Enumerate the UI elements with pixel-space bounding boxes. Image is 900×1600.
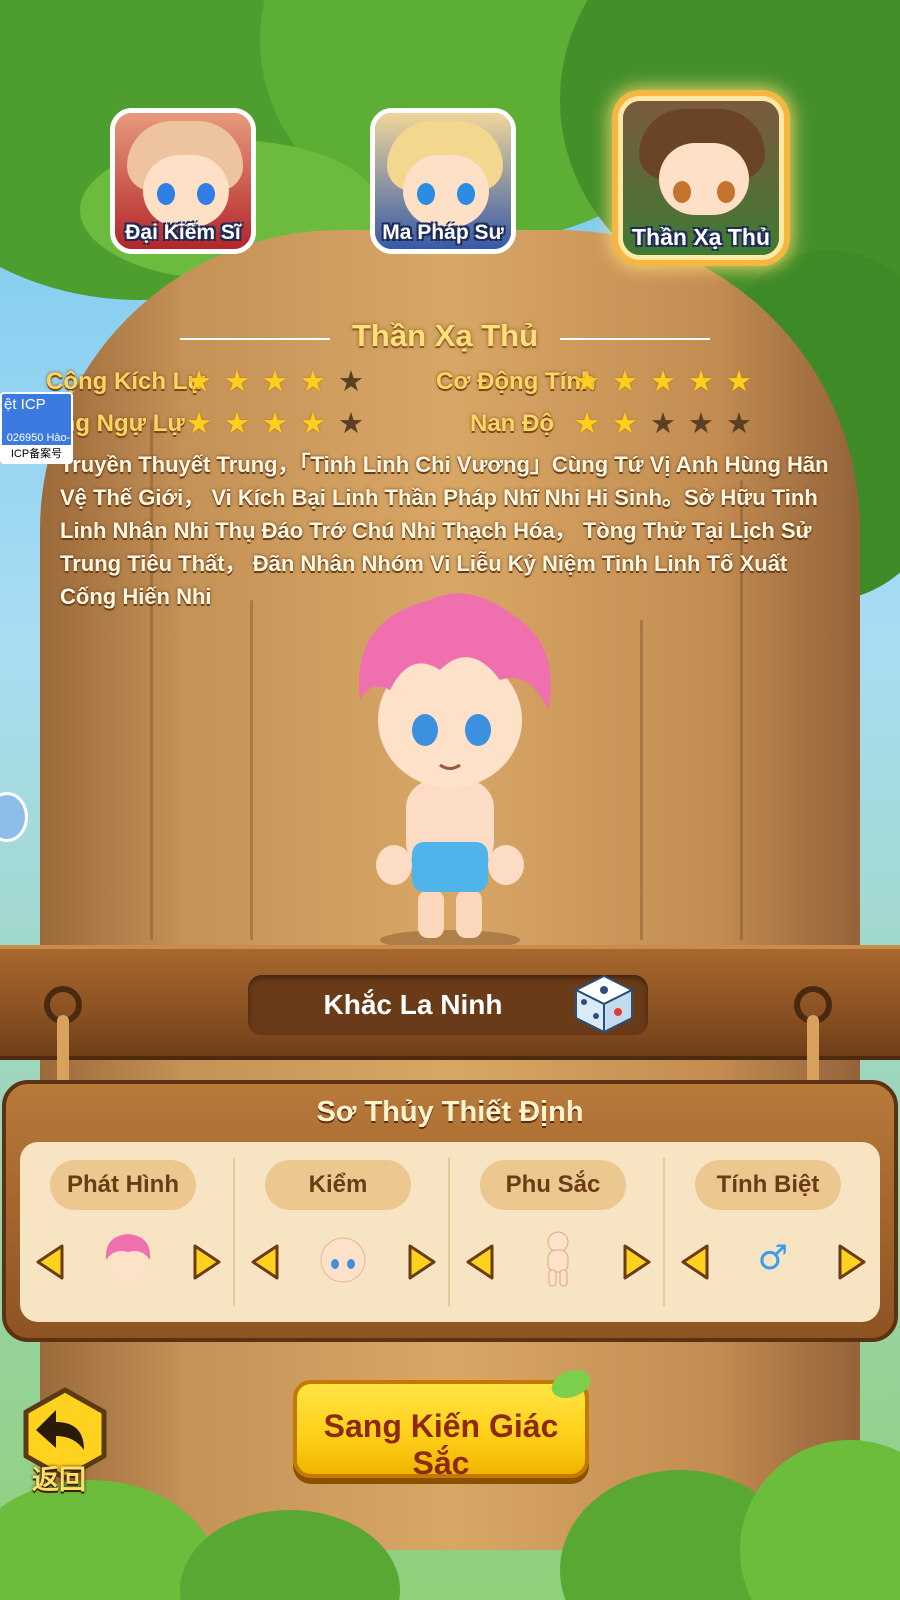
prev-arrow-icon[interactable] — [677, 1242, 717, 1282]
option-label: Phát Hình — [50, 1160, 196, 1210]
icp-number: 026950 Hào- — [6, 432, 71, 444]
star-filled-icon: ★ — [224, 406, 250, 440]
star-filled-icon: ★ — [574, 364, 600, 398]
option-label: Phu Sắc — [480, 1160, 626, 1210]
character-eye — [412, 714, 438, 746]
star-empty-icon: ★ — [688, 406, 714, 440]
star-filled-icon: ★ — [726, 364, 752, 398]
stat-label-mobility: Cơ Động Tính — [436, 368, 596, 395]
next-arrow-icon[interactable] — [185, 1242, 225, 1282]
character-leg — [456, 890, 482, 938]
star-filled-icon: ★ — [612, 364, 638, 398]
star-filled-icon: ★ — [300, 364, 326, 398]
next-arrow-icon[interactable] — [615, 1242, 655, 1282]
star-empty-icon: ★ — [338, 406, 364, 440]
prev-arrow-icon[interactable] — [247, 1242, 287, 1282]
star-filled-icon: ★ — [300, 406, 326, 440]
star-empty-icon: ★ — [338, 364, 364, 398]
initial-settings-panel: Sơ Thủy Thiết Định Phát Hình Kiểm Phu Sắ… — [2, 1080, 898, 1342]
settings-options: Phát Hình Kiểm Phu Sắc Tính Biệt ♂ — [20, 1142, 880, 1322]
trunk-texture — [250, 600, 253, 940]
option-label: Kiểm — [265, 1160, 411, 1210]
title-divider-right — [560, 338, 710, 340]
create-character-button[interactable]: Sang Kiến Giác Sắc — [293, 1380, 589, 1481]
body-skin-icon — [547, 1231, 569, 1287]
rope-left — [44, 986, 82, 1093]
prev-arrow-icon[interactable] — [32, 1242, 72, 1282]
stars-defense: ★ ★ ★ ★ ★ — [186, 408, 364, 438]
eye — [157, 183, 175, 205]
rope-right — [794, 986, 832, 1093]
icp-top-text: ệt ICP — [4, 396, 46, 413]
character-creation-screen: Đại Kiếm Sĩ Ma Pháp Sư Thần Xạ Thủ Thần … — [0, 0, 900, 1600]
eye — [717, 181, 735, 203]
star-empty-icon: ★ — [726, 406, 752, 440]
face-shape — [659, 143, 749, 215]
face-icon — [320, 1237, 366, 1283]
star-filled-icon: ★ — [612, 406, 638, 440]
next-arrow-icon[interactable] — [830, 1242, 870, 1282]
character-shorts — [412, 842, 488, 892]
star-empty-icon: ★ — [650, 406, 676, 440]
job-card-mage[interactable]: Ma Pháp Sư — [370, 108, 516, 254]
job-card-swordsman[interactable]: Đại Kiếm Sĩ — [110, 108, 256, 254]
character-name: Khắc La Ninh — [323, 989, 503, 1020]
random-name-dice-icon[interactable] — [572, 972, 636, 1036]
star-filled-icon: ★ — [574, 406, 600, 440]
star-filled-icon: ★ — [688, 364, 714, 398]
class-title: Thần Xạ Thủ — [352, 318, 538, 353]
option-label: Tính Biệt — [695, 1160, 841, 1210]
stars-attack: ★ ★ ★ ★ ★ — [186, 366, 364, 396]
icp-badge[interactable]: ệt ICP 026950 Hào- ICP备案号 — [0, 392, 73, 464]
leaf-icon — [551, 1369, 591, 1399]
trunk-texture — [640, 620, 643, 940]
eye — [417, 183, 435, 205]
character-eye — [465, 714, 491, 746]
stat-label-difficulty: Nan Độ — [470, 410, 554, 437]
option-face: Kiểm — [235, 1142, 450, 1322]
job-label: Đại Kiếm Sĩ — [125, 221, 241, 244]
star-filled-icon: ★ — [186, 364, 212, 398]
option-skin: Phu Sắc — [450, 1142, 665, 1322]
star-filled-icon: ★ — [262, 406, 288, 440]
icp-label: ICP备案号 — [2, 445, 71, 462]
option-hair: Phát Hình — [20, 1142, 235, 1322]
class-title-row: Thần Xạ Thủ — [180, 318, 710, 358]
job-label: Ma Pháp Sư — [382, 221, 504, 244]
star-filled-icon: ★ — [650, 364, 676, 398]
stars-mobility: ★ ★ ★ ★ ★ — [574, 366, 752, 396]
job-label: Thần Xạ Thủ — [632, 224, 770, 250]
eye — [197, 183, 215, 205]
star-filled-icon: ★ — [224, 364, 250, 398]
settings-title: Sơ Thủy Thiết Định — [316, 1096, 584, 1128]
star-filled-icon: ★ — [262, 364, 288, 398]
next-arrow-icon[interactable] — [400, 1242, 440, 1282]
character-hand — [376, 845, 412, 885]
eye — [457, 183, 475, 205]
stars-difficulty: ★ ★ ★ ★ ★ — [574, 408, 752, 438]
star-filled-icon: ★ — [186, 406, 212, 440]
character-leg — [418, 890, 444, 938]
back-label[interactable]: 返回 — [32, 1458, 86, 1497]
character-preview — [358, 593, 551, 950]
male-symbol-icon: ♂ — [757, 1238, 789, 1278]
title-divider-left — [180, 338, 330, 340]
eye — [673, 181, 691, 203]
create-character-label: Sang Kiến Giác Sắc — [323, 1408, 559, 1481]
prev-arrow-icon[interactable] — [462, 1242, 502, 1282]
job-card-archer[interactable]: Thần Xạ Thủ — [618, 96, 784, 260]
face-shape — [403, 155, 489, 227]
pink-hair-icon — [105, 1234, 151, 1281]
face-shape — [143, 155, 229, 227]
character-hand — [488, 845, 524, 885]
option-gender: Tính Biệt ♂ — [665, 1142, 880, 1322]
